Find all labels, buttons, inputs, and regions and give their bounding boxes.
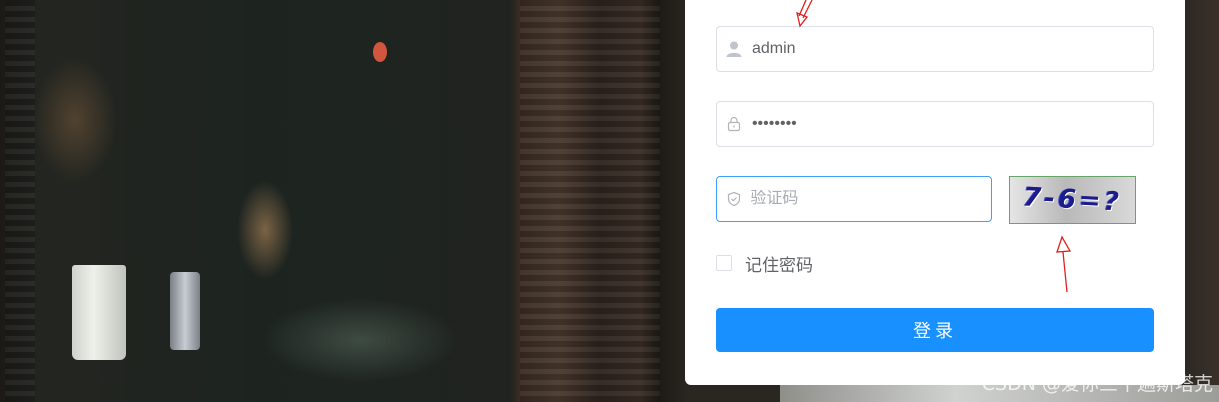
login-button[interactable]: 登录 [716, 308, 1154, 352]
wood-plank [5, 0, 35, 402]
annotation-arrow-icon [1056, 235, 1072, 293]
checkbox-box[interactable] [716, 255, 732, 271]
captcha-text: 7-6=? [1022, 182, 1123, 218]
wood-plank [520, 0, 660, 402]
watermark: CSDN @爱你三千遍斯塔克 [981, 373, 1213, 395]
user-icon [717, 40, 752, 58]
background-cup [72, 265, 126, 360]
lock-icon [717, 116, 752, 132]
captcha-image[interactable]: 7-6=? [1009, 176, 1136, 224]
username-input[interactable] [751, 40, 1153, 58]
password-field[interactable] [716, 101, 1154, 147]
remember-password-label: 记住密码 [745, 255, 813, 275]
username-field[interactable] [716, 26, 1154, 72]
background-bottle [170, 272, 200, 350]
background-light [373, 42, 387, 62]
remember-password-checkbox[interactable]: 记住密码 [716, 253, 813, 275]
shield-icon [717, 191, 750, 207]
captcha-field[interactable] [716, 176, 992, 222]
password-input[interactable] [751, 115, 1153, 133]
annotation-arrow-icon [796, 0, 813, 28]
captcha-input[interactable] [750, 190, 991, 208]
